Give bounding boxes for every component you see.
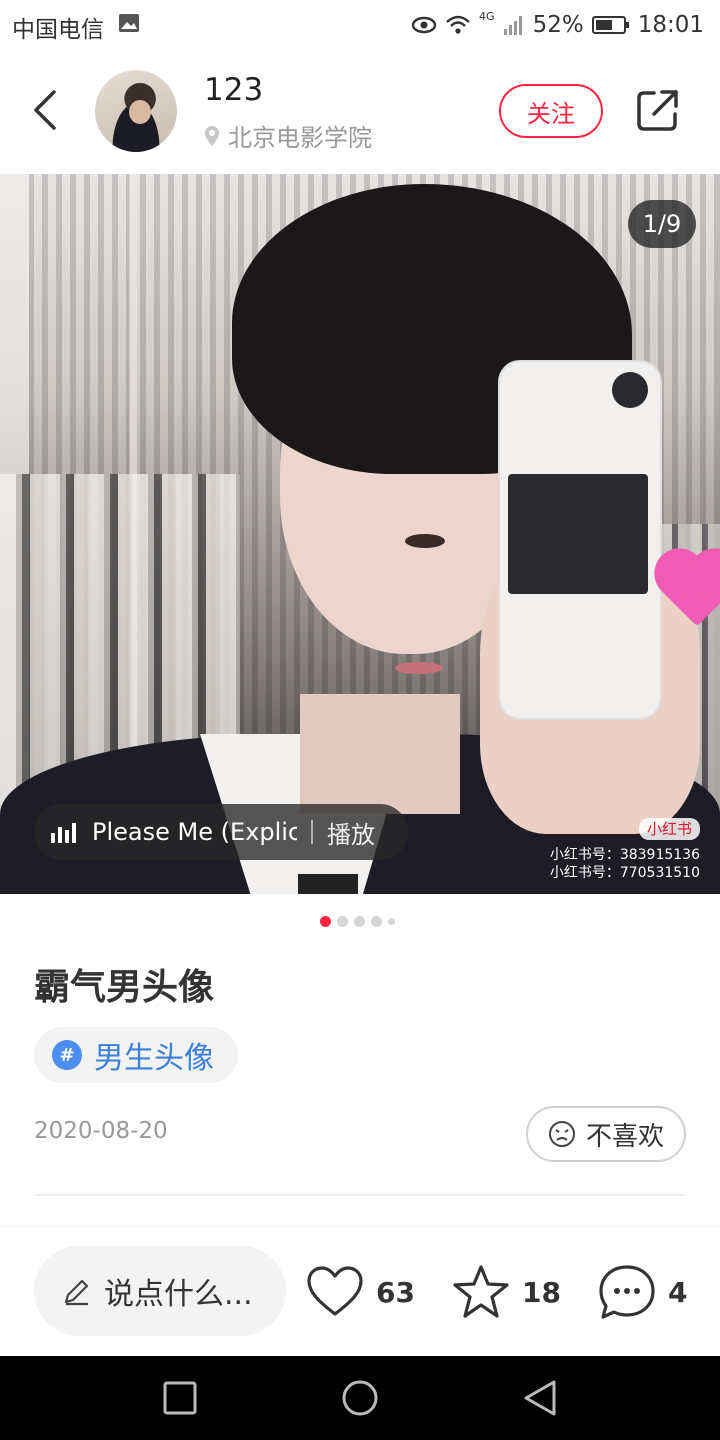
location-text: 北京电影学院 [228, 124, 372, 152]
nav-recent-icon[interactable] [160, 1378, 200, 1418]
pager-dot [354, 916, 365, 927]
hashtag-icon: # [52, 1040, 82, 1070]
collect-count: 18 [522, 1275, 561, 1309]
author-name[interactable]: 123 [204, 72, 263, 108]
watermark-logo: 小红书 [638, 818, 700, 840]
watermark: 小红书 小红书号：383915136 小红书号：770531510 [550, 818, 700, 882]
status-bar: 中国电信 4G 52% 18:01 [0, 0, 720, 50]
pencil-icon [64, 1279, 89, 1306]
share-icon[interactable] [636, 88, 680, 132]
pager-dot [337, 916, 348, 927]
music-bars-icon [51, 823, 76, 843]
nav-back-icon[interactable] [520, 1378, 560, 1418]
like-button[interactable]: 63 [306, 1262, 415, 1322]
location-pin-icon [205, 125, 219, 146]
note-title: 霸气男头像 [34, 967, 215, 1008]
background-music-bar[interactable]: Please Me (Explicit 播放 [34, 804, 408, 860]
play-music-button[interactable]: 播放 [327, 815, 375, 850]
content-divider [34, 1194, 686, 1196]
author-avatar[interactable] [95, 70, 177, 152]
dislike-button[interactable]: 不喜欢 [526, 1106, 686, 1162]
battery-icon [591, 16, 629, 34]
image-page-counter: 1/9 [628, 200, 696, 248]
nav-home-icon[interactable] [340, 1378, 380, 1418]
like-count: 63 [376, 1275, 415, 1309]
system-nav-bar [0, 1356, 720, 1440]
follow-button[interactable]: 关注 [499, 84, 603, 138]
network-type: 4G [479, 10, 495, 23]
carrier-name: 中国电信 [12, 17, 104, 43]
battery-percent: 52% [532, 12, 584, 38]
topic-tag-label: 男生头像 [94, 1041, 214, 1076]
eye-comfort-icon [411, 16, 437, 34]
comment-placeholder: 说点什么... [104, 1277, 253, 1312]
author-location: 北京电影学院 [204, 118, 372, 153]
comment-input[interactable]: 说点什么... [34, 1246, 286, 1336]
watermark-line-2: 小红书号：770531510 [549, 865, 700, 881]
heart-icon [307, 1266, 363, 1316]
dislike-label: 不喜欢 [585, 1121, 664, 1152]
action-bar-divider [0, 1226, 720, 1227]
collect-button[interactable]: 18 [452, 1262, 561, 1322]
pager-dot-more [388, 918, 395, 925]
pager-dot [371, 916, 382, 927]
back-icon[interactable] [28, 86, 64, 134]
note-header: 123 北京电影学院 关注 [0, 50, 720, 174]
dislike-face-icon [548, 1121, 575, 1147]
comment-count: 4 [668, 1275, 688, 1309]
watermark-line-1: 小红书号：383915136 [549, 847, 700, 863]
clock: 18:01 [637, 12, 704, 38]
signal-icon [503, 16, 522, 35]
comment-icon [599, 1265, 655, 1319]
pager-dot-active [320, 916, 331, 927]
comment-button[interactable]: 4 [598, 1262, 687, 1322]
music-divider [311, 820, 313, 844]
song-title: Please Me (Explicit [92, 818, 297, 846]
wifi-icon [446, 15, 470, 34]
note-date: 2020-08-20 [34, 1118, 168, 1144]
status-indicators: 4G 52% 18:01 [411, 10, 704, 40]
topic-tag[interactable]: # 男生头像 [34, 1027, 238, 1083]
star-icon [453, 1265, 509, 1318]
gallery-notification-icon [119, 14, 139, 32]
note-image[interactable] [0, 174, 720, 894]
image-pager-dots [320, 916, 395, 927]
